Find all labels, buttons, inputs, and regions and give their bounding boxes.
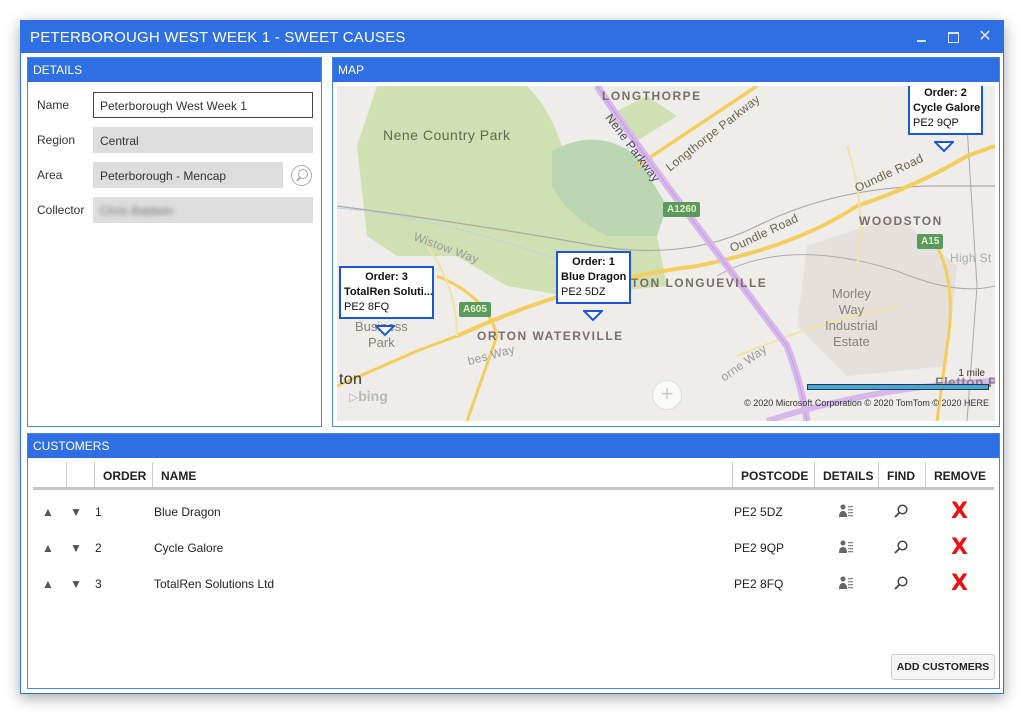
marker-order: Order: 3 bbox=[365, 271, 408, 283]
customer-details-icon[interactable] bbox=[838, 503, 854, 519]
region-label: Region bbox=[37, 133, 76, 147]
marker-postcode: PE2 8FQ bbox=[344, 301, 390, 313]
remove-x-icon[interactable]: X bbox=[951, 571, 968, 596]
marker-name: Blue Dragon bbox=[561, 271, 627, 283]
customers-header: CUSTOMERS bbox=[28, 434, 999, 458]
map-panel: MAP LONGTHORPE Nene Country Park Nene Pa… bbox=[332, 57, 1000, 427]
area-field: Peterborough - Mencap bbox=[93, 162, 283, 188]
customer-details-icon[interactable] bbox=[838, 539, 854, 555]
close-button[interactable]: ✕ bbox=[974, 28, 996, 46]
column-header-name[interactable]: NAME bbox=[152, 462, 732, 487]
road-badge-a1260: A1260 bbox=[663, 202, 701, 217]
map-marker-callout-order-3[interactable]: Order: 3 TotalRen Soluti... PE2 8FQ bbox=[339, 266, 434, 319]
marker-postcode: PE2 9QP bbox=[913, 117, 959, 129]
road-badge-a605: A605 bbox=[459, 302, 491, 317]
map-label-ton: ton bbox=[339, 371, 363, 388]
marker-order: Order: 2 bbox=[924, 87, 967, 99]
map-scale-label: 1 mile bbox=[958, 368, 985, 379]
map-label-morley-way: Morley Way Industrial Estate bbox=[825, 286, 878, 349]
order-cell: 1 bbox=[95, 505, 102, 519]
add-customers-button[interactable]: ADD CUSTOMERS bbox=[891, 654, 995, 680]
move-up-button[interactable]: ▲ bbox=[42, 577, 54, 591]
name-input[interactable]: Peterborough West Week 1 bbox=[93, 92, 313, 118]
find-search-icon[interactable] bbox=[893, 575, 909, 591]
map-label-woodston: WOODSTON bbox=[859, 214, 943, 228]
window-title: PETERBOROUGH WEST WEEK 1 - SWEET CAUSES bbox=[30, 29, 406, 46]
area-label: Area bbox=[37, 168, 63, 182]
map-label-longthorpe: LONGTHORPE bbox=[602, 89, 702, 103]
marker-name: Cycle Galore bbox=[913, 102, 981, 114]
customers-panel: CUSTOMERS ORDER NAME POSTCODE DETAILS FI… bbox=[27, 433, 1000, 689]
map-label-high-st: High St bbox=[950, 251, 992, 265]
name-cell: TotalRen Solutions Ltd bbox=[154, 577, 275, 591]
postcode-cell: PE2 5DZ bbox=[734, 505, 783, 519]
map-label-orton-longueville: TON LONGUEVILLE bbox=[631, 276, 768, 290]
column-header-order[interactable]: ORDER bbox=[94, 462, 152, 487]
map-copyright: © 2020 Microsoft Corporation © 2020 TomT… bbox=[744, 398, 989, 408]
collector-label: Collector bbox=[37, 203, 85, 217]
move-up-button[interactable]: ▲ bbox=[42, 505, 54, 519]
collector-field: Chris Baldwin bbox=[93, 197, 313, 223]
map-header: MAP bbox=[333, 58, 999, 82]
customer-row[interactable]: ▲ ▼ 1 Blue Dragon PE2 5DZ X bbox=[33, 494, 994, 530]
collector-row: Collector Chris Baldwin bbox=[28, 197, 321, 223]
region-row: Region Central bbox=[28, 127, 321, 153]
column-header-move-down[interactable] bbox=[66, 462, 94, 487]
collector-value: Chris Baldwin bbox=[100, 204, 174, 218]
map-canvas[interactable]: LONGTHORPE Nene Country Park Nene Parkwa… bbox=[337, 86, 995, 421]
remove-x-icon[interactable]: X bbox=[951, 499, 968, 524]
customer-details-icon[interactable] bbox=[838, 575, 854, 591]
name-label: Name bbox=[37, 98, 70, 112]
region-field: Central bbox=[93, 127, 313, 153]
column-header-remove[interactable]: REMOVE bbox=[925, 462, 994, 487]
minimize-button[interactable] bbox=[911, 28, 933, 46]
name-cell: Cycle Galore bbox=[154, 541, 224, 555]
customer-row[interactable]: ▲ ▼ 2 Cycle Galore PE2 9QP X bbox=[33, 530, 994, 566]
postcode-cell: PE2 8FQ bbox=[734, 577, 784, 591]
app-window: PETERBOROUGH WEST WEEK 1 - SWEET CAUSES … bbox=[20, 20, 1004, 694]
order-cell: 3 bbox=[95, 577, 102, 591]
column-header-details[interactable]: DETAILS bbox=[814, 462, 878, 487]
map-label-nene-park: Nene Country Park bbox=[383, 127, 511, 143]
move-down-button[interactable]: ▼ bbox=[70, 541, 82, 555]
area-lookup-search-icon[interactable] bbox=[291, 165, 312, 186]
map-scale-bar bbox=[807, 384, 989, 390]
name-cell: Blue Dragon bbox=[154, 505, 221, 519]
map-label-orton-waterville: ORTON WATERVILLE bbox=[477, 329, 624, 343]
move-down-button[interactable]: ▼ bbox=[70, 577, 82, 591]
find-search-icon[interactable] bbox=[893, 539, 909, 555]
details-header: DETAILS bbox=[28, 58, 321, 82]
map-marker-callout-order-2[interactable]: Order: 2 Cycle Galore PE2 9QP bbox=[908, 86, 983, 135]
marker-name: TotalRen Soluti... bbox=[344, 286, 434, 298]
title-bar[interactable]: PETERBOROUGH WEST WEEK 1 - SWEET CAUSES … bbox=[21, 21, 1003, 53]
move-up-button[interactable]: ▲ bbox=[42, 541, 54, 555]
map-marker-callout-order-1[interactable]: Order: 1 Blue Dragon PE2 5DZ bbox=[556, 251, 631, 304]
maximize-button[interactable] bbox=[942, 28, 964, 46]
marker-postcode: PE2 5DZ bbox=[561, 286, 606, 298]
find-search-icon[interactable] bbox=[893, 503, 909, 519]
column-header-postcode[interactable]: POSTCODE bbox=[732, 462, 814, 487]
marker-order: Order: 1 bbox=[572, 256, 615, 268]
name-row: Name Peterborough West Week 1 bbox=[28, 92, 321, 118]
customer-row[interactable]: ▲ ▼ 3 TotalRen Solutions Ltd PE2 8FQ X bbox=[33, 566, 994, 602]
move-down-button[interactable]: ▼ bbox=[70, 505, 82, 519]
map-zoom-button[interactable]: + bbox=[652, 380, 682, 410]
road-badge-a15: A15 bbox=[917, 234, 944, 249]
customers-grid-header: ORDER NAME POSTCODE DETAILS FIND REMOVE bbox=[33, 462, 994, 490]
remove-x-icon[interactable]: X bbox=[951, 535, 968, 560]
column-header-move-up[interactable] bbox=[33, 462, 66, 487]
bing-icon: ▷ bbox=[349, 390, 359, 404]
postcode-cell: PE2 9QP bbox=[734, 541, 785, 555]
order-cell: 2 bbox=[95, 541, 102, 555]
area-row: Area Peterborough - Mencap bbox=[28, 162, 321, 188]
column-header-find[interactable]: FIND bbox=[878, 462, 925, 487]
details-panel: DETAILS Name Peterborough West Week 1 Re… bbox=[27, 57, 322, 427]
bing-logo: ▷bing bbox=[349, 388, 388, 404]
